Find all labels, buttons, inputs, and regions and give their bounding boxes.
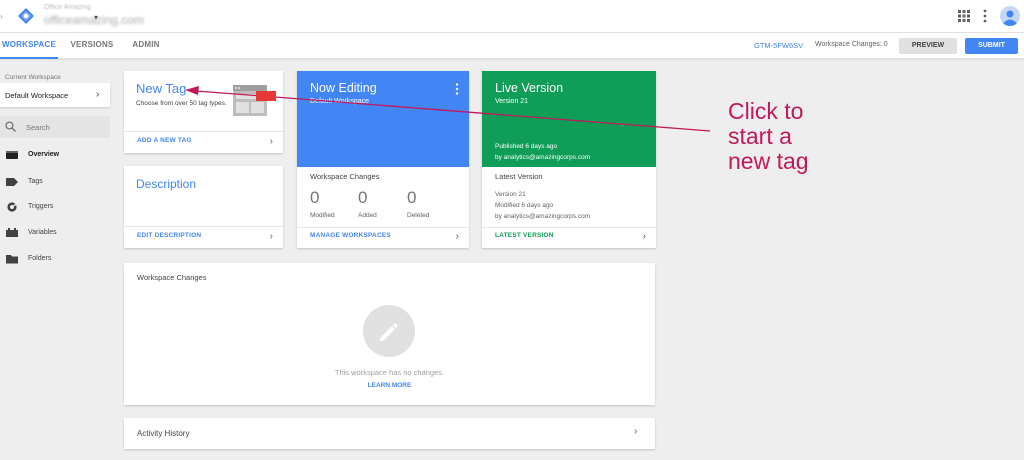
edit-description-link[interactable]: EDIT DESCRIPTION bbox=[137, 232, 201, 239]
tag-illustration-icon bbox=[233, 85, 267, 116]
workspace-changes-panel: Workspace Changes This workspace has no … bbox=[124, 263, 655, 405]
latest-version-number: Version 21 bbox=[495, 191, 526, 198]
new-tag-subtitle: Choose from over 50 tag types. bbox=[136, 100, 227, 107]
chevron-right-icon[interactable]: › bbox=[270, 231, 273, 242]
preview-button[interactable]: PREVIEW bbox=[899, 38, 957, 54]
live-version-number: Version 21 bbox=[495, 98, 529, 105]
chevron-right-icon[interactable]: › bbox=[456, 231, 459, 242]
chevron-right-icon[interactable]: › bbox=[634, 426, 637, 437]
edit-pencil-icon bbox=[380, 323, 398, 341]
sidebar-item-triggers[interactable]: Triggers bbox=[0, 197, 110, 217]
workspace-changes-count: Workspace Changes: 0 bbox=[815, 41, 888, 48]
card-divider bbox=[124, 226, 283, 227]
sidebar-item-label: Tags bbox=[28, 178, 43, 185]
trigger-icon bbox=[7, 202, 17, 212]
deleted-label: Deleted bbox=[407, 212, 430, 219]
tab-bar: WORKSPACE VERSIONS ADMIN GTM-5FW6SV Work… bbox=[0, 33, 1024, 59]
modified-date: Modified 6 days ago bbox=[495, 202, 554, 209]
top-bar: › Office Amazing officeamazing.com ▾ bbox=[0, 0, 1024, 33]
chevron-right-icon[interactable]: › bbox=[643, 231, 646, 242]
card-divider bbox=[124, 131, 283, 132]
search-icon bbox=[5, 121, 16, 132]
current-workspace-label: Current Workspace bbox=[5, 74, 61, 81]
chevron-right-icon: › bbox=[96, 89, 100, 100]
avatar[interactable] bbox=[1000, 6, 1020, 26]
add-new-tag-link[interactable]: ADD A NEW TAG bbox=[137, 137, 192, 144]
chevron-right-icon[interactable]: › bbox=[270, 136, 273, 147]
container-id[interactable]: GTM-5FW6SV bbox=[754, 41, 803, 50]
deleted-count: 0 bbox=[407, 188, 417, 207]
activity-history-title: Activity History bbox=[137, 429, 190, 438]
manage-workspaces-link[interactable]: MANAGE WORKSPACES bbox=[310, 232, 391, 239]
folder-icon bbox=[6, 255, 18, 264]
chevron-down-icon[interactable]: ▾ bbox=[94, 13, 98, 22]
annotation-line: new tag bbox=[728, 148, 809, 174]
user-avatar-icon bbox=[1000, 6, 1020, 26]
card-divider bbox=[482, 227, 656, 228]
search-placeholder: Search bbox=[26, 123, 50, 132]
activity-history-panel[interactable]: Activity History › bbox=[124, 418, 655, 449]
annotation-line: start a bbox=[728, 123, 792, 149]
left-edge-chevron[interactable]: › bbox=[0, 12, 3, 21]
now-editing-card: Now Editing Default Workspace Workspace … bbox=[297, 71, 469, 248]
latest-version-link[interactable]: LATEST VERSION bbox=[495, 232, 554, 239]
tab-admin[interactable]: ADMIN bbox=[126, 33, 166, 59]
workspace-selector[interactable]: Default Workspace › bbox=[0, 83, 110, 107]
sidebar-item-tags[interactable]: Tags bbox=[0, 172, 110, 192]
variables-icon bbox=[6, 228, 18, 237]
sidebar-item-label: Folders bbox=[28, 255, 52, 262]
now-editing-workspace: Default Workspace bbox=[310, 98, 370, 105]
added-label: Added bbox=[358, 212, 377, 219]
new-tag-card[interactable]: New Tag Choose from over 50 tag types. A… bbox=[124, 71, 283, 153]
published-date: Published 6 days ago bbox=[495, 143, 558, 150]
sidebar-item-variables[interactable]: Variables bbox=[0, 223, 110, 243]
sidebar-item-overview[interactable]: Overview bbox=[0, 145, 110, 165]
gtm-logo-icon[interactable] bbox=[18, 8, 34, 24]
apps-grid-icon[interactable] bbox=[958, 10, 970, 22]
workspace-name: Default Workspace bbox=[5, 91, 69, 100]
card-divider bbox=[297, 227, 469, 228]
more-vert-icon[interactable] bbox=[981, 9, 989, 23]
tag-icon bbox=[6, 178, 18, 186]
latest-version-label: Latest Version bbox=[495, 172, 543, 181]
empty-state-circle bbox=[363, 305, 415, 357]
published-by: by analytics@amazingcorps.com bbox=[495, 154, 591, 161]
now-editing-header: Now Editing Default Workspace bbox=[297, 71, 469, 167]
live-version-header: Live Version Version 21 Published 6 days… bbox=[482, 71, 656, 167]
submit-button[interactable]: SUBMIT bbox=[965, 38, 1018, 54]
tab-versions[interactable]: VERSIONS bbox=[64, 33, 120, 59]
new-tag-title[interactable]: New Tag bbox=[136, 81, 186, 96]
tab-workspace[interactable]: WORKSPACE bbox=[0, 33, 58, 59]
empty-state-text: This workspace has no changes. bbox=[334, 368, 445, 377]
learn-more-link[interactable]: LEARN MORE bbox=[124, 382, 655, 389]
annotation-text: Click to start a new tag bbox=[728, 99, 848, 174]
search-input[interactable]: Search bbox=[0, 116, 110, 138]
added-count: 0 bbox=[358, 188, 368, 207]
live-version-title: Live Version bbox=[495, 81, 564, 95]
description-card: Description EDIT DESCRIPTION › bbox=[124, 166, 283, 248]
modified-count: 0 bbox=[310, 188, 320, 207]
sidebar-item-label: Triggers bbox=[28, 203, 54, 210]
more-vert-icon[interactable] bbox=[455, 83, 459, 95]
account-name: Office Amazing bbox=[44, 4, 91, 11]
sidebar-item-folders[interactable]: Folders bbox=[0, 249, 110, 269]
workspace-changes-label: Workspace Changes bbox=[310, 172, 380, 181]
workspace-changes-title: Workspace Changes bbox=[137, 273, 207, 282]
sidebar-item-label: Overview bbox=[28, 151, 60, 158]
modified-by: by analytics@amazingcorps.com bbox=[495, 213, 591, 220]
overview-icon bbox=[6, 151, 18, 159]
description-title: Description bbox=[136, 177, 197, 191]
sidebar-item-label: Variables bbox=[28, 229, 57, 236]
modified-label: Modified bbox=[310, 212, 335, 219]
live-version-card: Live Version Version 21 Published 6 days… bbox=[482, 71, 656, 248]
annotation-line: Click to bbox=[728, 98, 804, 124]
now-editing-title: Now Editing bbox=[310, 81, 377, 95]
